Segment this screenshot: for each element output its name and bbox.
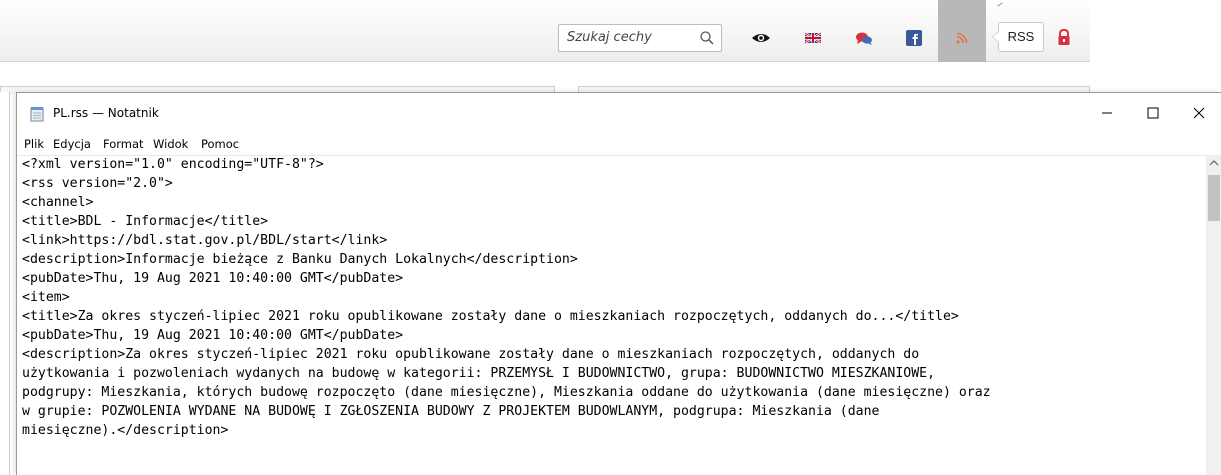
text-line: <description>Za okres styczeń-lipiec 202… bbox=[22, 347, 920, 362]
text-line: podgrupy: Mieszkania, których budowę roz… bbox=[22, 385, 991, 400]
close-icon[interactable] bbox=[1176, 93, 1221, 133]
text-line: <pubDate>Thu, 19 Aug 2021 10:40:00 GMT</… bbox=[22, 271, 404, 286]
text-editor[interactable]: <?xml version="1.0" encoding="UTF-8"?> <… bbox=[17, 155, 1206, 475]
text-line: miesięczne).</description> bbox=[22, 423, 229, 438]
rss-icon bbox=[956, 32, 968, 44]
uk-flag-icon[interactable] bbox=[803, 28, 823, 48]
search-input[interactable]: Szukaj cechy bbox=[567, 30, 652, 45]
rss-tooltip: RSS bbox=[992, 22, 1044, 52]
facebook-icon[interactable] bbox=[904, 28, 924, 48]
title-bar[interactable]: PL.rss — Notatnik bbox=[17, 93, 1221, 133]
menu-edit[interactable]: Edycja bbox=[53, 137, 91, 151]
menu-bar: Plik Edycja Format Widok Pomoc bbox=[17, 133, 1221, 155]
maximize-icon[interactable] bbox=[1130, 93, 1176, 133]
scroll-up-icon[interactable] bbox=[1209, 159, 1219, 167]
text-line: <pubDate>Thu, 19 Aug 2021 10:40:00 GMT</… bbox=[22, 328, 404, 343]
site-toolbar bbox=[0, 0, 1090, 62]
menu-file[interactable]: Plik bbox=[24, 137, 44, 151]
vertical-scrollbar[interactable] bbox=[1206, 155, 1221, 475]
menu-format[interactable]: Format bbox=[103, 137, 144, 151]
chat-icon[interactable] bbox=[854, 28, 874, 48]
notepad-app-icon bbox=[30, 107, 44, 122]
minimize-icon[interactable] bbox=[1084, 93, 1130, 133]
text-line: <title>BDL - Informacje</title> bbox=[22, 214, 269, 229]
text-line: w grupie: POZWOLENIA WYDANE NA BUDOWĘ I … bbox=[22, 404, 880, 419]
text-line: <?xml version="1.0" encoding="UTF-8"?> bbox=[22, 157, 324, 172]
text-line: <title>Za okres styczeń-lipiec 2021 roku… bbox=[22, 309, 959, 324]
notepad-window: PL.rss — Notatnik Plik Edycja Format Wid… bbox=[16, 92, 1221, 475]
page-edge bbox=[0, 92, 10, 475]
text-line: <description>Informacje bieżące z Banku … bbox=[22, 252, 578, 267]
rss-button[interactable] bbox=[938, 0, 986, 62]
scrollbar-thumb[interactable] bbox=[1208, 175, 1220, 221]
search-icon[interactable] bbox=[699, 30, 715, 46]
text-line: <link>https://bdl.stat.gov.pl/BDL/start<… bbox=[22, 233, 388, 248]
text-line: <item> bbox=[22, 290, 70, 305]
window-title: PL.rss — Notatnik bbox=[53, 106, 159, 120]
menu-help[interactable]: Pomoc bbox=[201, 137, 239, 151]
lock-icon[interactable] bbox=[1054, 27, 1074, 47]
eye-icon[interactable] bbox=[751, 28, 771, 48]
text-line: użytkowania i pozwoleniach wydanych na b… bbox=[22, 366, 936, 381]
text-line: <rss version="2.0"> bbox=[22, 176, 173, 191]
menu-view[interactable]: Widok bbox=[153, 137, 188, 151]
feature-search-box[interactable]: Szukaj cechy bbox=[558, 24, 722, 52]
text-line: <channel> bbox=[22, 195, 94, 210]
